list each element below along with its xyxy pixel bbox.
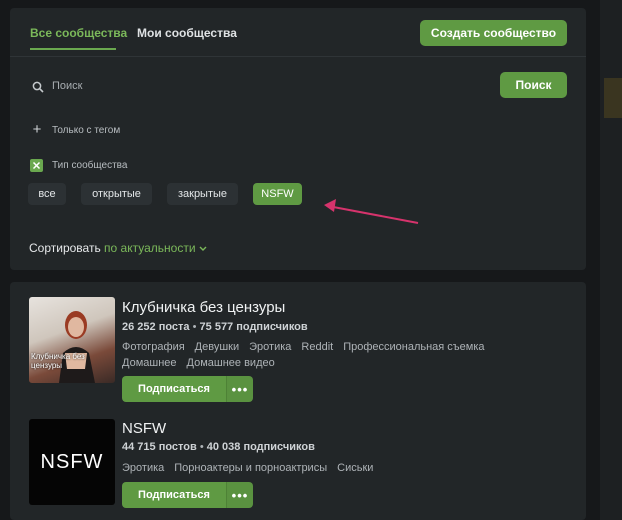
search-input[interactable] — [52, 76, 492, 96]
community-thumbnail[interactable]: Клубничка без цензуры — [29, 297, 115, 383]
sort-control[interactable]: Сортировать по актуальности — [29, 241, 207, 255]
tag[interactable]: Эротика — [122, 462, 164, 474]
thumbnail-caption: Клубничка без цензуры — [31, 352, 85, 370]
more-options-button[interactable]: ••• — [226, 376, 253, 402]
tag-only-label: Только с тегом — [52, 124, 121, 136]
subscribe-button[interactable]: Подписаться — [122, 376, 226, 402]
person-photo-placeholder — [59, 311, 95, 383]
right-sidebar-strip — [600, 0, 622, 520]
community-stats: 44 715 постов • 40 038 подписчиков — [122, 441, 315, 453]
community-type-filter[interactable]: Тип сообщества — [30, 159, 127, 172]
community-thumbnail[interactable]: NSFW — [29, 419, 115, 505]
annotation-arrow — [324, 199, 419, 224]
tag[interactable]: Домашнее — [122, 357, 177, 369]
active-tab-underline — [30, 48, 116, 50]
community-tags: Эротика Порноактеры и порноактрисы Сиськи — [122, 460, 522, 476]
sort-value[interactable]: по актуальности — [104, 241, 196, 255]
community-title[interactable]: NSFW — [122, 420, 166, 437]
community-stats: 26 252 поста • 75 577 подписчиков — [122, 321, 308, 333]
checkbox-checked-icon[interactable] — [30, 159, 43, 172]
chip-all[interactable]: все — [28, 183, 66, 205]
tab-my-communities[interactable]: Мои сообщества — [137, 26, 237, 40]
stats-separator: • — [192, 321, 200, 333]
filter-panel: Все сообщества Мои сообщества Создать со… — [10, 8, 586, 270]
tab-all-communities[interactable]: Все сообщества — [30, 26, 127, 40]
community-type-label: Тип сообщества — [52, 160, 128, 171]
sort-label: Сортировать — [29, 241, 101, 255]
subscribers-count: 75 577 подписчиков — [199, 321, 308, 333]
communities-panel: Клубничка без цензуры Клубничка без ценз… — [10, 282, 586, 520]
tag-only-filter[interactable]: + Только с тегом — [30, 121, 121, 138]
search-button[interactable]: Поиск — [500, 72, 567, 98]
stats-separator: • — [199, 441, 207, 453]
tag[interactable]: Reddit — [301, 341, 333, 353]
chip-nsfw[interactable]: NSFW — [253, 183, 302, 205]
posts-count: 26 252 поста — [122, 321, 190, 333]
search-icon — [32, 81, 44, 93]
tag[interactable]: Порноактеры и порноактрисы — [174, 462, 327, 474]
subscribe-button[interactable]: Подписаться — [122, 482, 226, 508]
tag[interactable]: Домашнее видео — [187, 357, 275, 369]
create-community-button[interactable]: Создать сообщество — [420, 20, 567, 46]
community-title[interactable]: Клубничка без цензуры — [122, 299, 285, 316]
posts-count: 44 715 постов — [122, 441, 197, 453]
tag[interactable]: Эротика — [249, 341, 291, 353]
thumbnail-caption: NSFW — [40, 450, 104, 473]
chip-closed[interactable]: закрытые — [167, 183, 238, 205]
community-tags: Фотография Девушки Эротика Reddit Профессион… — [122, 339, 522, 371]
tag[interactable]: Девушки — [195, 341, 239, 353]
tabs-bar: Все сообщества Мои сообщества Создать со… — [10, 8, 586, 63]
chip-open[interactable]: открытые — [81, 183, 152, 205]
tag[interactable]: Сиськи — [337, 462, 373, 474]
subscribers-count: 40 038 подписчиков — [206, 441, 315, 453]
chevron-down-icon — [199, 246, 207, 251]
panel-divider — [10, 56, 586, 57]
tag[interactable]: Профессиональная съемка — [343, 341, 484, 353]
sidebar-fragment — [604, 78, 622, 118]
tag[interactable]: Фотография — [122, 341, 185, 353]
plus-icon: + — [32, 121, 42, 138]
more-options-button[interactable]: ••• — [226, 482, 253, 508]
